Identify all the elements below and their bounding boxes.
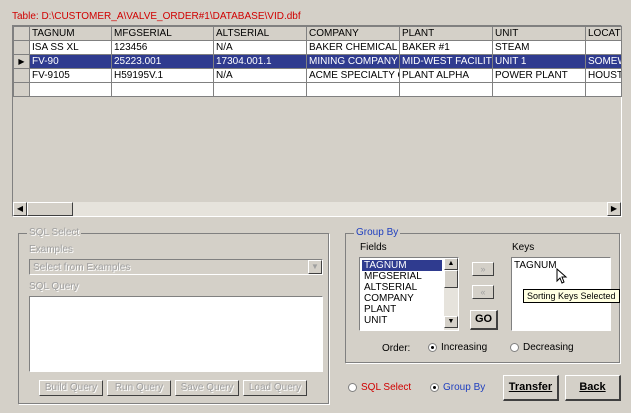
mode-group-by-radio[interactable]: Group By [430,382,485,393]
current-row-arrow-icon: ▶ [18,57,25,66]
examples-value: Select from Examples [33,262,131,273]
scroll-left-icon[interactable]: ◀ [13,202,27,216]
table-row-new[interactable] [13,82,622,97]
list-item[interactable]: UNIT [362,315,442,326]
column-header[interactable]: LOCATI [585,26,622,41]
table-cell[interactable]: ACME SPECIALTY C [306,68,400,83]
order-increasing-radio[interactable]: Increasing [428,342,487,353]
list-item[interactable]: MFGSERIAL [362,271,442,282]
table-cell[interactable]: MINING COMPANY [306,54,400,69]
row-indicator-header [13,26,30,41]
radio-selected-icon [428,342,437,352]
mode-sql-select-label: SQL Select [361,382,412,393]
horizontal-scrollbar[interactable]: ◀ ▶ [13,202,621,216]
list-item[interactable]: ALTSERIAL [362,282,442,293]
mode-sql-select-radio[interactable]: SQL Select [348,382,411,393]
list-item[interactable]: COMPANY [362,293,442,304]
table-cell[interactable]: FV-9105 [29,68,112,83]
table-cell[interactable]: H59195V.1 [111,68,214,83]
row-indicator[interactable] [13,82,30,97]
table-cell[interactable]: HOUST [585,68,622,83]
scroll-up-icon[interactable]: ▲ [444,258,458,270]
table-cell[interactable]: STEAM [492,40,586,55]
sql-select-legend: SQL Select [27,227,82,238]
fields-scrollbar[interactable]: ▲ ▼ [444,258,458,330]
column-header[interactable]: UNIT [492,26,586,41]
table-cell[interactable]: BAKER CHEMICAL [306,40,400,55]
mode-group-by-label: Group By [443,382,486,393]
table-cell[interactable]: SOMEW [585,54,622,69]
list-item[interactable]: PLANT [362,304,442,315]
remove-key-button[interactable]: « [472,285,494,299]
sorting-keys-tooltip: Sorting Keys Selected [523,289,620,303]
table-path-title: Table: D:\CUSTOMER_A\VALVE_ORDER#1\DATAB… [12,11,301,22]
table-header-row: TAGNUM MFGSERIAL ALTSERIAL COMPANY PLANT… [13,26,622,41]
row-indicator-current[interactable]: ▶ [13,54,30,69]
row-indicator[interactable] [13,68,30,83]
scroll-right-icon[interactable]: ▶ [607,202,621,216]
sql-query-textarea[interactable] [29,296,323,372]
order-decreasing-label: Decreasing [523,342,574,353]
keys-label: Keys [512,242,535,253]
table-cell[interactable]: ISA SS XL [29,40,112,55]
transfer-button[interactable]: Transfer [503,375,559,401]
fields-label: Fields [360,242,387,253]
table-cell[interactable]: FV-90 [29,54,112,69]
examples-dropdown[interactable]: Select from Examples ▼ [29,259,323,275]
table-cell[interactable]: PLANT ALPHA [399,68,493,83]
fields-listbox[interactable]: TAGNUM MFGSERIAL ALTSERIAL COMPANY PLANT… [359,257,459,331]
run-query-button[interactable]: Run Query [107,380,171,396]
scrollbar-thumb[interactable] [444,270,458,288]
table-row[interactable]: ISA SS XL 123456 N/A BAKER CHEMICAL BAKE… [13,40,622,55]
radio-selected-icon [430,382,439,392]
column-header[interactable]: COMPANY [306,26,400,41]
mouse-pointer-icon [556,268,568,284]
sql-select-group: SQL Select Examples Select from Examples… [18,227,329,404]
scroll-down-icon[interactable]: ▼ [444,316,458,328]
list-item[interactable]: TAGNUM [362,260,442,271]
save-query-button[interactable]: Save Query [175,380,239,396]
sql-query-label: SQL Query [29,281,79,292]
table-cell[interactable]: N/A [213,68,307,83]
table-row-selected[interactable]: ▶ FV-90 25223.001 17304.001.1 MINING COM… [13,54,622,69]
build-query-button[interactable]: Build Query [39,380,103,396]
group-by-group: Group By Fields TAGNUM MFGSERIAL ALTSERI… [345,227,620,363]
data-grid[interactable]: TAGNUM MFGSERIAL ALTSERIAL COMPANY PLANT… [12,25,622,217]
back-button[interactable]: Back [565,375,621,401]
table-cell[interactable]: 25223.001 [111,54,214,69]
table-row[interactable]: FV-9105 H59195V.1 N/A ACME SPECIALTY C P… [13,68,622,83]
table-cell[interactable]: 17304.001.1 [213,54,307,69]
examples-label: Examples [29,244,73,255]
radio-unselected-icon [510,342,519,352]
go-button[interactable]: GO [470,310,498,330]
column-header[interactable]: MFGSERIAL [111,26,214,41]
table-cell[interactable]: POWER PLANT [492,68,586,83]
scrollbar-thumb[interactable] [27,202,73,216]
load-query-button[interactable]: Load Query [243,380,307,396]
table-cell[interactable]: MID-WEST FACILIT [399,54,493,69]
table-cell[interactable]: BAKER #1 [399,40,493,55]
column-header[interactable]: ALTSERIAL [213,26,307,41]
radio-unselected-icon [348,382,357,392]
add-key-button[interactable]: » [472,262,494,276]
chevron-down-icon[interactable]: ▼ [308,260,322,274]
order-label: Order: [382,343,411,354]
fields-list: TAGNUM MFGSERIAL ALTSERIAL COMPANY PLANT… [362,260,442,326]
order-increasing-label: Increasing [441,342,488,353]
order-decreasing-radio[interactable]: Decreasing [510,342,574,353]
records-table: TAGNUM MFGSERIAL ALTSERIAL COMPANY PLANT… [13,26,622,97]
table-cell[interactable]: 123456 [111,40,214,55]
table-cell[interactable]: UNIT 1 [492,54,586,69]
row-indicator[interactable] [13,40,30,55]
table-cell[interactable] [585,40,622,55]
column-header[interactable]: TAGNUM [29,26,112,41]
column-header[interactable]: PLANT [399,26,493,41]
table-cell[interactable]: N/A [213,40,307,55]
group-by-legend: Group By [354,227,401,238]
